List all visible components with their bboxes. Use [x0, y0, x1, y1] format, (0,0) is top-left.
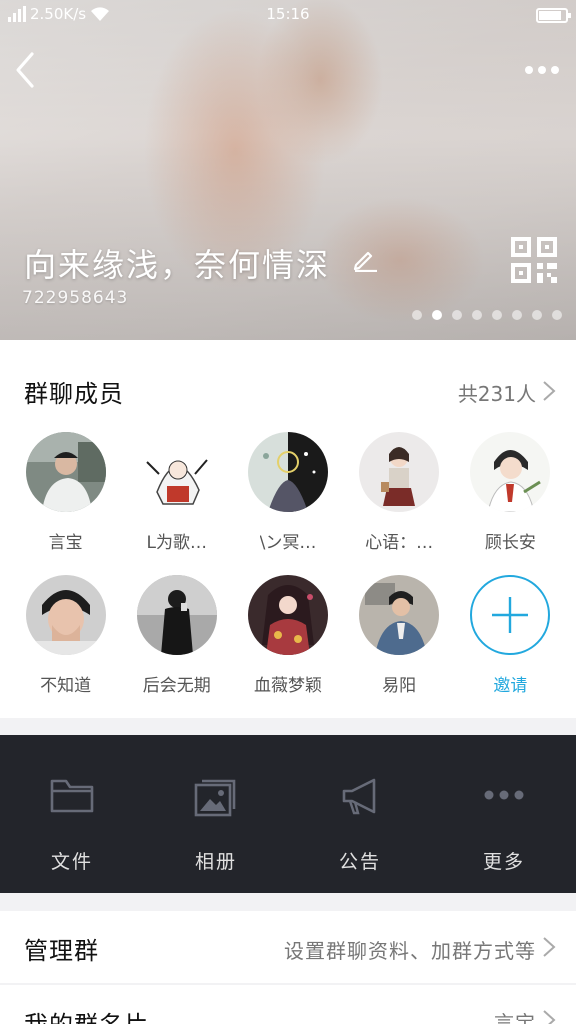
files-button[interactable]: 文件 — [0, 735, 144, 893]
photo-album-icon — [194, 779, 236, 817]
back-arrow-icon — [16, 52, 34, 88]
chevron-right-icon — [543, 937, 556, 957]
avatar — [136, 575, 217, 655]
plus-icon — [492, 597, 529, 633]
member-item[interactable]: 心语：… — [344, 432, 455, 553]
member-name: L为歌… — [146, 533, 208, 553]
back-button[interactable] — [10, 50, 44, 90]
page-dot — [472, 310, 482, 320]
folder-icon — [50, 779, 94, 813]
member-name: 顾长安 — [484, 533, 536, 553]
members-title: 群聊成员 — [24, 380, 124, 408]
edit-name-button[interactable] — [352, 246, 378, 273]
page-dot — [512, 310, 522, 320]
manage-group-row[interactable]: 管理群 设置群聊资料、加群方式等 — [0, 911, 576, 983]
my-group-card-value: 言宝 — [494, 1011, 536, 1024]
page-dot — [492, 310, 502, 320]
pencil-icon — [353, 251, 377, 273]
member-name: 心语：… — [365, 533, 434, 553]
page-dot — [552, 310, 562, 320]
status-time: 15:16 — [266, 5, 310, 23]
group-name: 向来缘浅，奈何情深 — [24, 246, 331, 284]
more-dot — [525, 66, 533, 74]
member-item[interactable]: 后会无期 — [121, 575, 232, 696]
avatar — [247, 432, 328, 512]
invite-label: 邀请 — [493, 676, 528, 696]
member-name: 后会无期 — [142, 676, 211, 696]
qr-code-button[interactable] — [510, 236, 558, 284]
announcement-button[interactable]: 公告 — [288, 735, 432, 893]
more-label: 更多 — [482, 851, 525, 873]
avatar — [25, 575, 106, 655]
member-count-link[interactable]: 共231人 — [458, 378, 536, 407]
page-dot — [452, 310, 462, 320]
album-label: 相册 — [194, 851, 237, 873]
page-dot — [412, 310, 422, 320]
group-id: 722958643 — [22, 288, 129, 308]
member-item[interactable]: 易阳 — [344, 575, 455, 696]
member-name: 血薇梦颖 — [253, 676, 322, 696]
more-dot — [551, 66, 559, 74]
avatar — [136, 432, 217, 512]
more-dots-icon — [484, 790, 524, 800]
invite-circle — [470, 575, 551, 655]
qr-code-icon — [511, 237, 557, 283]
avatar — [359, 432, 440, 512]
avatar — [247, 575, 328, 655]
avatar — [359, 575, 440, 655]
manage-group-value: 设置群聊资料、加群方式等 — [284, 939, 536, 963]
chevron-right-icon — [543, 1010, 556, 1024]
member-name: \ン冥… — [259, 533, 317, 553]
page-dot — [532, 310, 542, 320]
more-actions-button[interactable]: 更多 — [432, 735, 576, 893]
group-actions-bar: 文件 相册 公告 更多 — [0, 735, 576, 893]
manage-group-title: 管理群 — [24, 937, 99, 965]
avatar — [25, 432, 106, 512]
more-dot — [538, 66, 546, 74]
my-group-card-row[interactable]: 我的群名片 言宝 — [0, 985, 576, 1024]
member-name: 不知道 — [40, 676, 92, 696]
member-item[interactable]: 不知道 — [10, 575, 121, 696]
member-item[interactable]: L为歌… — [121, 432, 232, 553]
member-item[interactable]: 顾长安 — [455, 432, 566, 553]
invite-button[interactable]: 邀请 — [455, 575, 566, 696]
member-name: 言宝 — [48, 533, 83, 553]
album-button[interactable]: 相册 — [144, 735, 288, 893]
members-section: 群聊成员 共231人 言宝 L为歌… \ン冥… 心语：… 顾长安 不知道 后会无… — [0, 340, 576, 718]
member-item[interactable]: \ン冥… — [232, 432, 343, 553]
member-item[interactable]: 言宝 — [10, 432, 121, 553]
members-grid: 言宝 L为歌… \ン冥… 心语：… 顾长安 不知道 后会无期 血薇梦颖 易阳 邀… — [10, 432, 566, 696]
member-item[interactable]: 血薇梦颖 — [232, 575, 343, 696]
more-options-button[interactable] — [522, 58, 562, 82]
group-cover-image[interactable]: 2.50K/s 15:16 向来缘浅，奈何情深 722958643 — [0, 0, 576, 340]
my-group-card-title: 我的群名片 — [24, 1005, 149, 1024]
megaphone-icon — [342, 778, 376, 815]
announcement-label: 公告 — [338, 851, 381, 873]
cover-page-indicator — [412, 310, 562, 320]
battery-icon — [536, 8, 571, 23]
avatar — [470, 432, 551, 512]
files-label: 文件 — [50, 851, 93, 873]
status-bar: 2.50K/s 15:16 — [0, 0, 576, 30]
page-dot-active — [432, 310, 442, 320]
chevron-right-icon — [543, 381, 556, 401]
member-name: 易阳 — [382, 676, 417, 696]
